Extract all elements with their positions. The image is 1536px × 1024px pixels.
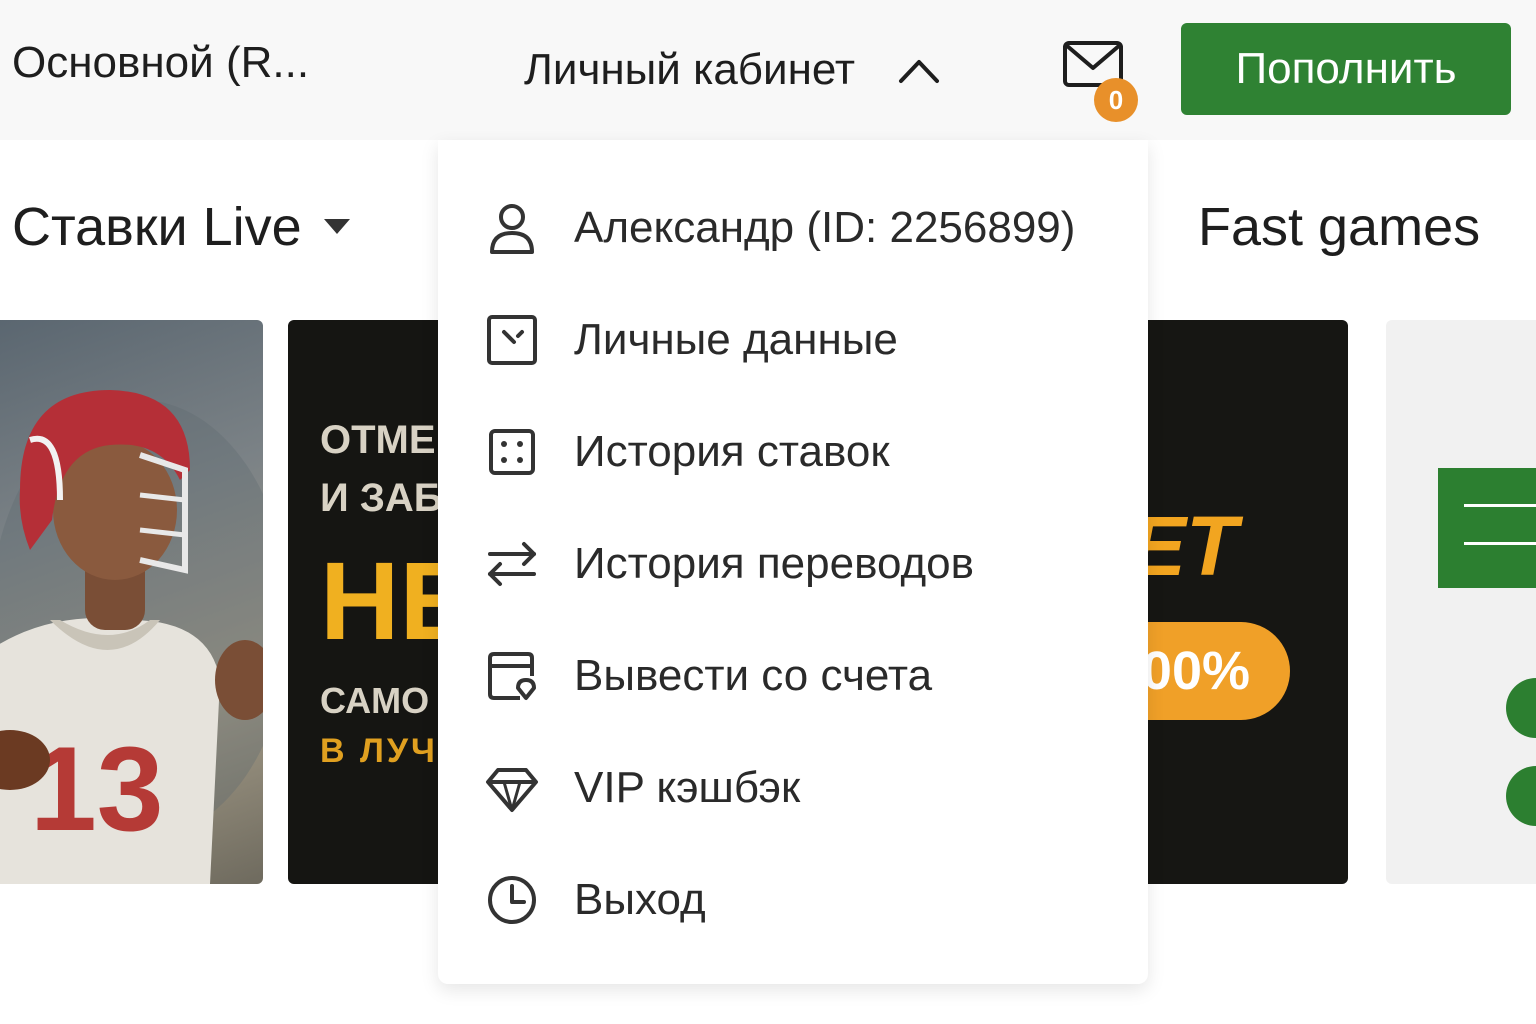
banner-circle (1506, 678, 1536, 738)
personal-cabinet-toggle[interactable]: Личный кабинет (524, 42, 941, 98)
banner-divider (1464, 504, 1536, 507)
menu-item-label: Александр (ID: 2256899) (574, 203, 1076, 252)
chevron-up-icon (899, 60, 940, 83)
caret-down-icon (323, 219, 350, 234)
menu-item-label: История переводов (574, 539, 974, 588)
menu-item-label: Выход (574, 875, 706, 924)
banner-divider (1464, 542, 1536, 545)
menu-item-label: История ставок (574, 427, 890, 476)
menu-item-vip-cashback[interactable]: VIP кэшбэк (438, 738, 1148, 838)
menu-item-personal-data[interactable]: Личные данные (438, 290, 1148, 390)
menu-item-logout[interactable]: Выход (438, 850, 1148, 950)
diamond-icon (486, 768, 538, 812)
promo-banner-light[interactable] (1386, 320, 1536, 884)
menu-item-profile[interactable]: Александр (ID: 2256899) (438, 178, 1148, 278)
banner-text-line: ОТМЕ (320, 418, 436, 462)
banner-text-line: САМО (320, 680, 430, 721)
football-player-image: 13 (0, 390, 263, 884)
banner-circle (1506, 766, 1536, 826)
user-icon (490, 204, 534, 254)
banner-text-line: И ЗАБ (320, 476, 443, 520)
nav-live-bets-label: Ставки Live (12, 197, 302, 257)
promo-banner-football[interactable]: 13 (0, 320, 263, 884)
personal-cabinet-label: Личный кабинет (524, 45, 856, 94)
deposit-button[interactable]: Пополнить (1181, 23, 1511, 115)
personal-data-icon (487, 315, 537, 365)
nav-fast-games[interactable]: Fast games (1198, 196, 1480, 258)
account-selector[interactable]: Основной (R... (12, 38, 309, 88)
messages-count-badge: 0 (1094, 78, 1138, 122)
menu-item-bet-history[interactable]: История ставок (438, 402, 1148, 502)
account-dropdown-menu: Александр (ID: 2256899) Личные данные Ис… (438, 140, 1148, 984)
transfer-arrows-icon (488, 542, 536, 586)
top-header: Основной (R... Личный кабинет 0 Пополнит… (0, 0, 1536, 140)
clock-icon (488, 876, 536, 924)
menu-item-label: VIP кэшбэк (574, 763, 801, 812)
messages-button[interactable]: 0 (1062, 40, 1142, 122)
menu-item-label: Вывести со счета (574, 651, 933, 700)
jersey-number: 13 (30, 722, 163, 856)
nav-live-bets[interactable]: Ставки Live (12, 196, 350, 258)
bet-history-icon (489, 429, 535, 475)
menu-item-withdraw[interactable]: Вывести со счета (438, 626, 1148, 726)
menu-item-label: Личные данные (574, 315, 898, 364)
banner-green-panel (1438, 468, 1536, 588)
banner-text-line: В ЛУЧ (320, 732, 438, 770)
menu-item-transfer-history[interactable]: История переводов (438, 514, 1148, 614)
withdraw-icon (488, 652, 536, 700)
page: Основной (R... Личный кабинет 0 Пополнит… (0, 0, 1536, 1024)
